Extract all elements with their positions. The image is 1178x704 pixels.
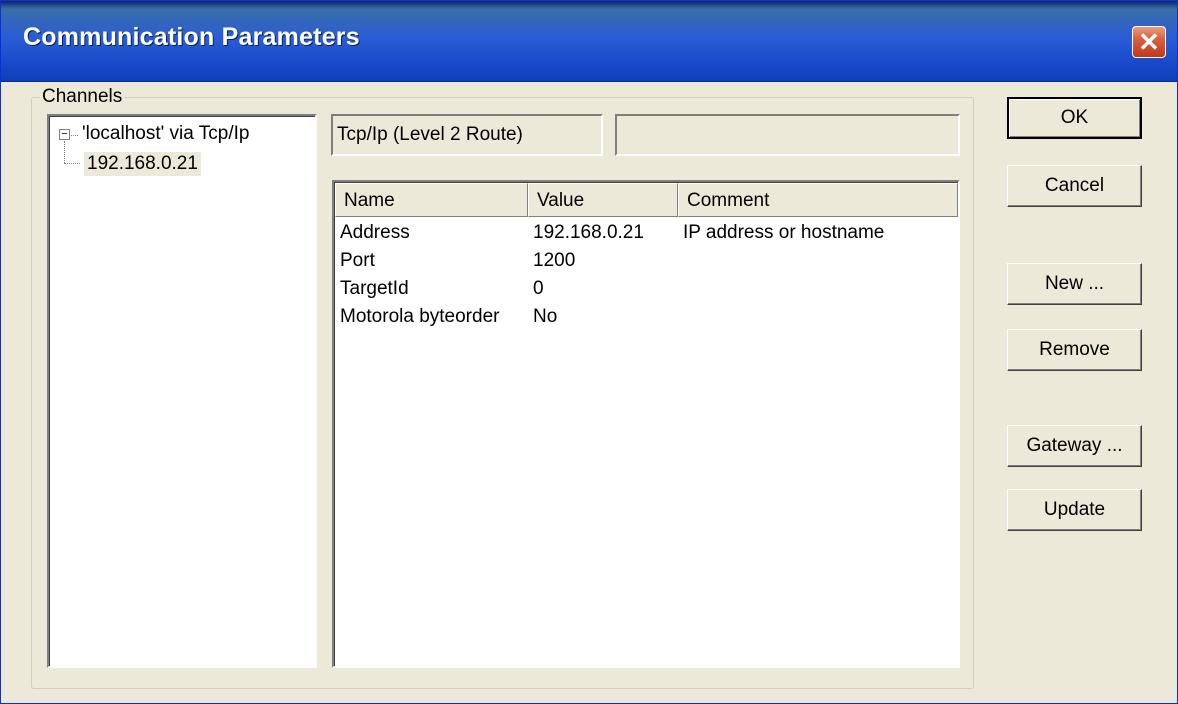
tree-node-localhost[interactable]: 'localhost' via Tcp/Ip (82, 123, 249, 145)
row-name-cell[interactable]: TargetId (340, 278, 409, 300)
row-name-cell[interactable]: Motorola byteorder (340, 306, 499, 328)
close-icon: ✕ (1138, 27, 1160, 57)
row-value-cell[interactable]: 192.168.0.21 (533, 222, 644, 244)
collapse-icon[interactable]: − (59, 129, 70, 140)
tree-connector (64, 141, 65, 163)
channels-tree[interactable]: − 'localhost' via Tcp/Ip 192.168.0.21 (47, 114, 317, 668)
driver-extra-field (615, 114, 960, 156)
update-button[interactable]: Update (1007, 489, 1142, 531)
cancel-button[interactable]: Cancel (1007, 165, 1142, 207)
parameters-table[interactable]: Name Value Comment Address 192.168.0.21 … (332, 180, 960, 668)
row-name-cell[interactable]: Port (340, 250, 375, 272)
column-header-value[interactable]: Value (528, 183, 678, 217)
row-value-cell[interactable]: No (533, 306, 557, 328)
remove-channel-button[interactable]: Remove (1007, 329, 1142, 371)
row-name-cell[interactable]: Address (340, 222, 410, 244)
row-value-cell[interactable]: 1200 (533, 250, 575, 272)
tree-connector (64, 163, 80, 164)
ok-button[interactable]: OK (1007, 97, 1142, 139)
row-comment-cell: IP address or hostname (683, 222, 885, 243)
dialog-title: Communication Parameters (23, 23, 360, 51)
communication-parameters-dialog: Communication Parameters ✕ Channels − 'l… (0, 0, 1178, 704)
column-header-name[interactable]: Name (335, 183, 528, 217)
close-button[interactable]: ✕ (1132, 26, 1166, 58)
gateway-button[interactable]: Gateway ... (1007, 425, 1142, 467)
title-bar[interactable]: Communication Parameters ✕ (1, 1, 1177, 82)
row-value-cell[interactable]: 0 (533, 278, 544, 300)
tree-node-selected-ip[interactable]: 192.168.0.21 (84, 152, 201, 176)
column-header-comment[interactable]: Comment (678, 183, 958, 217)
channels-legend: Channels (40, 86, 125, 108)
new-channel-button[interactable]: New ... (1007, 263, 1142, 305)
driver-name-field: Tcp/Ip (Level 2 Route) (331, 114, 603, 156)
tree-connector (71, 135, 78, 136)
